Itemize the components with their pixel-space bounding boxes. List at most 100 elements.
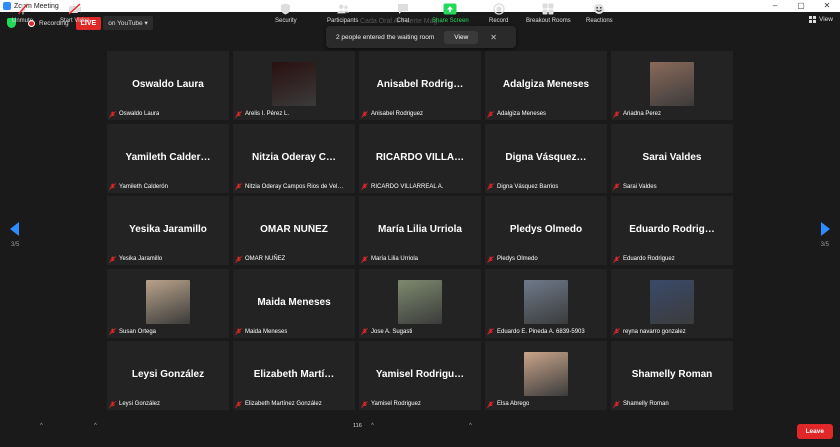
- participant-name-tag: Pledys Olmedo: [487, 254, 538, 264]
- chat-label: Chat: [396, 18, 410, 24]
- muted-mic-icon: [613, 328, 620, 335]
- page-indicator-left: 3/5: [11, 242, 20, 248]
- participant-tile[interactable]: Yesika Jaramillo Yesika Jaramillo: [107, 196, 229, 265]
- view-layout-button[interactable]: View: [809, 16, 833, 23]
- participant-name-tag: Eduardo E. Pineda A. 6839-5903: [487, 327, 585, 337]
- zoom-logo-icon: [3, 2, 11, 10]
- close-notification-icon[interactable]: ✕: [490, 33, 497, 42]
- participant-name-tag: Adalgiza Meneses: [487, 109, 546, 119]
- video-off-icon: [68, 3, 82, 15]
- security-button[interactable]: Security: [275, 3, 297, 24]
- participants-button[interactable]: Participants: [327, 3, 358, 24]
- participant-name-label: Sarai Valdes: [623, 183, 657, 190]
- chat-button[interactable]: Chat: [396, 3, 410, 24]
- participant-name-tag: Jose A. Sugasti: [361, 327, 412, 337]
- muted-mic-icon: [235, 255, 242, 263]
- participant-tile[interactable]: Anisabel Rodrig… Anisabel Rodriguez: [359, 51, 481, 120]
- participants-count: 116: [353, 423, 362, 429]
- participant-tile[interactable]: Pledys Olmedo Pledys Olmedo: [485, 196, 607, 265]
- participant-name-label: Arelis I. Pérez L.: [245, 111, 290, 117]
- participant-name-label: Jose A. Sugasti: [371, 328, 413, 335]
- participant-tile[interactable]: Sarai Valdes Sarai Valdes: [611, 123, 733, 193]
- participant-display-name: Yamileth Calder…: [125, 151, 211, 163]
- start-video-button[interactable]: Start Video: [60, 3, 90, 24]
- participant-video: [398, 279, 442, 324]
- participant-tile[interactable]: Elsa Abrego: [485, 341, 607, 410]
- participant-tile[interactable]: Ariadna Perez: [611, 51, 733, 120]
- audio-options-chevron-icon[interactable]: ^: [40, 423, 43, 429]
- participant-name-tag: Elizabeth Martínez González: [235, 399, 322, 409]
- muted-mic-icon: [487, 110, 494, 118]
- participant-tile[interactable]: Jose A. Sugasti: [359, 268, 481, 338]
- participant-display-name: Adalgiza Meneses: [502, 79, 590, 90]
- participant-tile[interactable]: Yamileth Calder… Yamileth Calderón: [107, 123, 229, 193]
- participant-video: [524, 279, 568, 324]
- participant-name-tag: RICARDO VILLARREAL A.: [361, 182, 443, 192]
- participant-tile[interactable]: reyna navarro gonzalez: [611, 268, 733, 338]
- minimize-button[interactable]: –: [762, 0, 788, 12]
- participant-tile[interactable]: María Lilia Urriola María Lilia Urriola: [359, 196, 481, 265]
- participant-display-name: María Lilia Urriola: [378, 224, 462, 235]
- participant-tile[interactable]: Eduardo Rodrig… Eduardo Rodriguez: [611, 196, 733, 265]
- participant-name-label: Oswaldo Laura: [119, 111, 160, 117]
- participant-name-label: Anisabel Rodriguez: [371, 111, 424, 117]
- participant-tile[interactable]: Arelis I. Pérez L.: [233, 51, 355, 120]
- participant-name-label: Ariadna Perez: [623, 111, 662, 117]
- breakout-rooms-button[interactable]: Breakout Rooms: [526, 3, 571, 24]
- unmute-button[interactable]: Unmute: [12, 3, 33, 24]
- participants-icon: [336, 3, 350, 15]
- youtube-stream-dropdown[interactable]: on YouTube ▾: [103, 16, 153, 30]
- participant-tile[interactable]: Digna Vásquez… Digna Vásquez Barrios: [485, 123, 607, 193]
- participant-tile[interactable]: Adalgiza Meneses Adalgiza Meneses: [485, 51, 607, 120]
- participant-name-tag: Nitzia Oderay Campos Rios de Vel…: [235, 182, 343, 192]
- video-options-chevron-icon[interactable]: ^: [94, 423, 97, 429]
- participant-name-label: Maida Meneses: [245, 328, 288, 335]
- muted-mic-icon: [109, 328, 116, 335]
- start-video-label: Start Video: [60, 18, 90, 24]
- participant-tile[interactable]: Eduardo E. Pineda A. 6839-5903: [485, 268, 607, 338]
- breakout-rooms-label: Breakout Rooms: [526, 18, 571, 24]
- participant-tile[interactable]: Oswaldo Laura Oswaldo Laura: [107, 51, 229, 120]
- grid-view-icon: [809, 16, 817, 23]
- muted-mic-icon: [235, 110, 242, 118]
- waiting-room-view-button[interactable]: View: [444, 30, 479, 44]
- record-button[interactable]: Record: [489, 3, 508, 24]
- participant-tile[interactable]: Maida Meneses Maida Meneses: [233, 268, 355, 338]
- participant-tile[interactable]: Leysi González Leysi González: [107, 341, 229, 410]
- muted-mic-icon: [487, 255, 494, 263]
- participant-video: [650, 62, 694, 106]
- close-window-button[interactable]: ✕: [814, 0, 840, 12]
- previous-page-arrow-icon[interactable]: [9, 222, 21, 236]
- participant-tile[interactable]: Elizabeth Martí… Elizabeth Martínez Gonzá…: [233, 341, 355, 410]
- participant-tile[interactable]: Nitzia Oderay C… Nitzia Oderay Campos Rio…: [233, 123, 355, 193]
- muted-mic-icon: [235, 183, 242, 190]
- participant-tile[interactable]: RICARDO VILLA… RICARDO VILLARREAL A.: [359, 123, 481, 193]
- muted-mic-icon: [235, 328, 242, 335]
- participant-tile[interactable]: Yamisel Rodrigu… Yamisel Rodriguez: [359, 341, 481, 410]
- participant-tile[interactable]: OMAR NUÑEZ OMAR NUÑEZ: [233, 196, 355, 265]
- participant-display-name: Maida Meneses: [257, 296, 331, 308]
- participant-display-name: Oswaldo Laura: [132, 79, 204, 90]
- participant-tile[interactable]: Susan Ortega: [107, 268, 229, 338]
- participant-name-tag: Digna Vásquez Barrios: [487, 182, 558, 192]
- participant-display-name: Yamisel Rodrigu…: [375, 369, 465, 380]
- share-screen-button[interactable]: Share Screen: [432, 3, 469, 24]
- window-controls: – ▢ ✕: [762, 0, 840, 12]
- maximize-button[interactable]: ▢: [788, 0, 814, 12]
- participant-name-label: Leysi González: [119, 401, 161, 407]
- participant-display-name: Leysi González: [131, 369, 205, 380]
- reactions-button[interactable]: Reactions: [586, 3, 613, 24]
- leave-button[interactable]: Leave: [796, 424, 833, 439]
- participants-chevron-icon[interactable]: ^: [371, 423, 374, 429]
- participant-name-label: Yesika Jaramillo: [119, 256, 163, 262]
- participant-tile[interactable]: Shamelly Roman Shamelly Roman: [611, 341, 733, 410]
- next-page-arrow-icon[interactable]: [819, 222, 831, 236]
- muted-mic-icon: [613, 400, 620, 408]
- breakout-rooms-icon: [541, 3, 555, 15]
- participant-video: [524, 352, 568, 396]
- participant-name-tag: Ariadna Perez: [613, 109, 661, 119]
- participant-display-name: Anisabel Rodrig…: [376, 79, 464, 90]
- participant-video: [146, 279, 190, 324]
- participant-display-name: Elizabeth Martí…: [253, 369, 335, 380]
- share-options-chevron-icon[interactable]: ^: [469, 423, 472, 429]
